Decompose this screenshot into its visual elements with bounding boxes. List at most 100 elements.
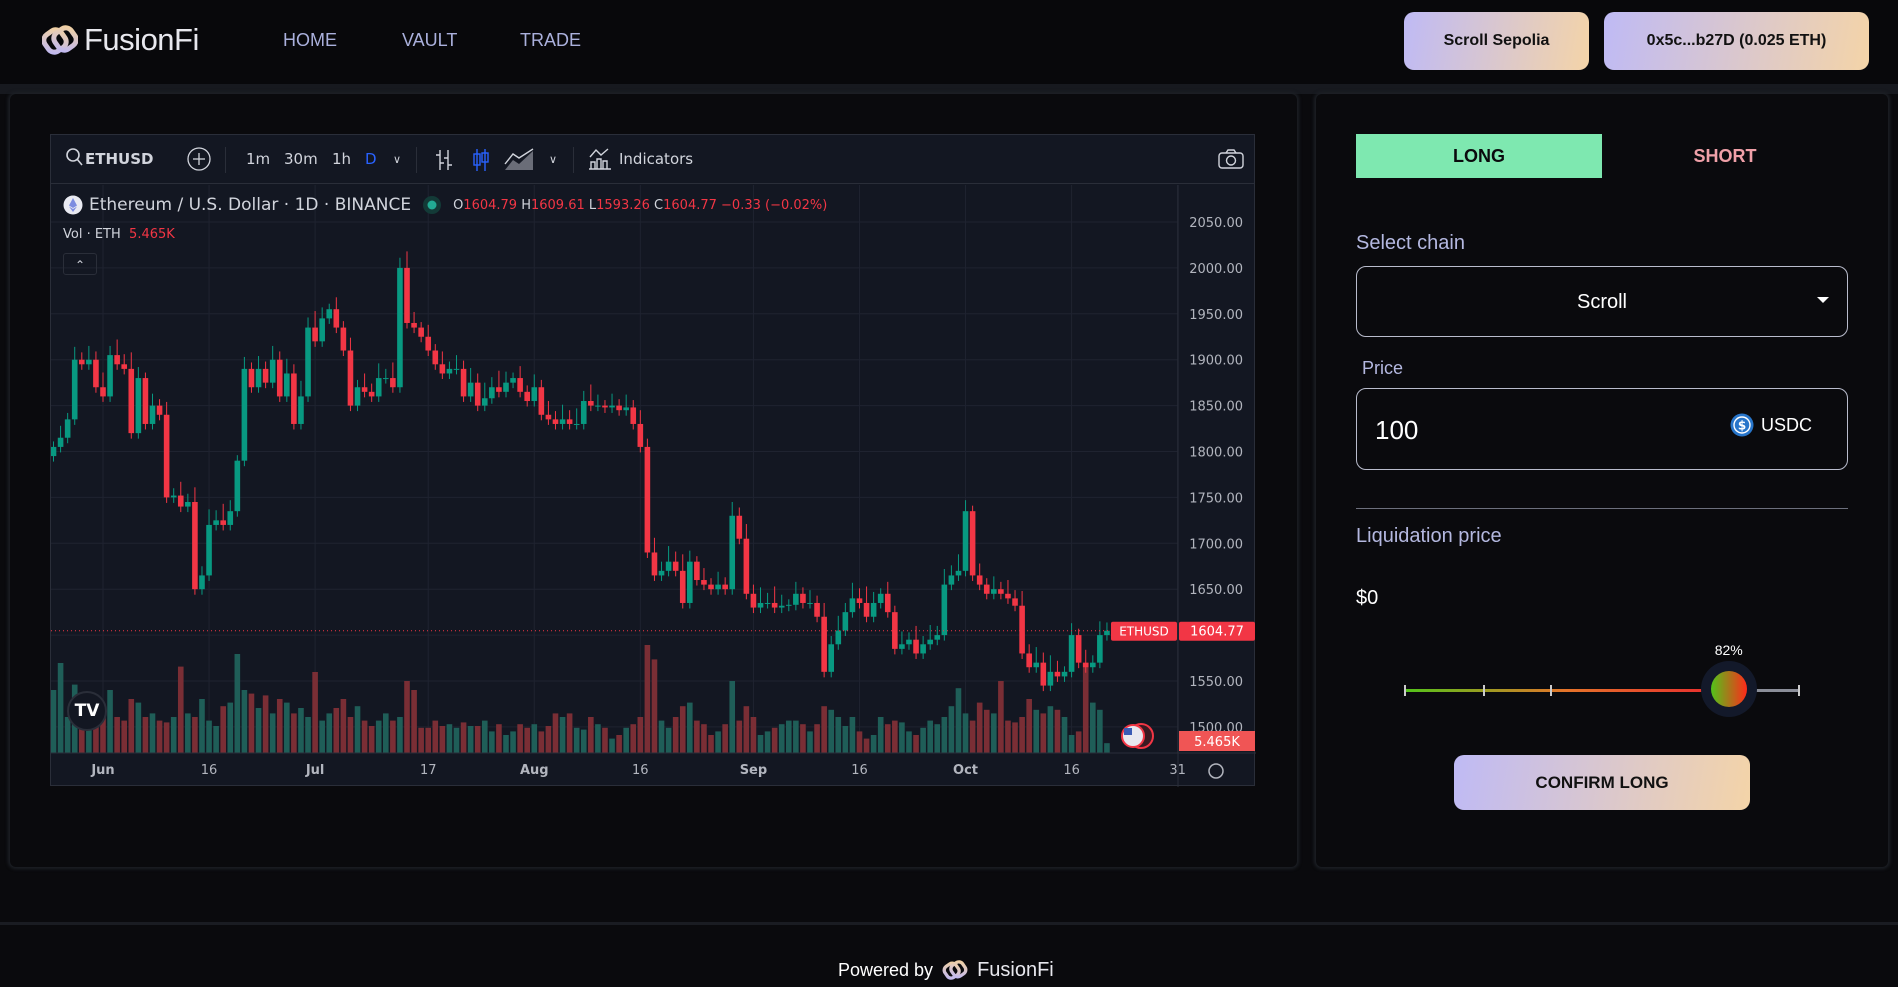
chain-select[interactable]: Scroll: [1356, 266, 1848, 337]
candle: [552, 419, 559, 424]
camera-snapshot-icon[interactable]: [1217, 148, 1245, 174]
candle: [383, 378, 389, 380]
candle: [602, 405, 608, 408]
symbol-search[interactable]: ETHUSD: [85, 150, 153, 168]
tradingview-logo[interactable]: TV: [67, 691, 107, 731]
chevron-down-icon[interactable]: ∨: [549, 153, 557, 166]
volume-bar: [170, 717, 177, 753]
candle: [453, 368, 460, 370]
candle: [715, 584, 721, 590]
chevron-down-icon[interactable]: ∨: [393, 153, 401, 166]
slider-value-label: 82%: [1714, 642, 1743, 658]
footer: Powered by FusionFi: [838, 958, 1054, 982]
candle: [983, 584, 990, 594]
volume-bar: [298, 708, 304, 753]
volume-bar: [404, 681, 410, 753]
slider-track-fill: [1404, 689, 1729, 692]
interval-30m[interactable]: 30m: [284, 150, 318, 168]
volume-bar: [531, 724, 538, 753]
volume-bar: [623, 727, 629, 753]
volume-bar: [1047, 706, 1054, 753]
ethereum-icon: [63, 195, 83, 215]
nav-home[interactable]: HOME: [283, 30, 337, 51]
volume-bar: [390, 720, 396, 753]
price-input[interactable]: 100 $ USDC: [1356, 388, 1848, 470]
volume-bar: [1040, 713, 1047, 753]
volume-bar: [679, 706, 686, 753]
wallet-button[interactable]: 0x5c...b27D (0.025 ETH): [1604, 12, 1869, 70]
candle: [814, 602, 820, 617]
volume-bar: [701, 724, 707, 753]
chart-settings-icon: [1208, 763, 1224, 779]
candle: [1054, 671, 1061, 677]
interval-1m[interactable]: 1m: [246, 150, 270, 168]
candle: [687, 561, 693, 603]
volume-bar: [135, 702, 142, 753]
volume-bar: [665, 727, 672, 753]
volume-bar: [785, 720, 792, 753]
y-tick-label: 1700.00: [1189, 537, 1243, 552]
tab-short[interactable]: SHORT: [1602, 134, 1848, 178]
volume-bar: [920, 727, 926, 753]
x-tick-label: 17: [420, 763, 437, 778]
candle: [969, 511, 976, 576]
area-chart-type-icon[interactable]: [503, 148, 535, 176]
volume-bar: [743, 706, 750, 753]
candle: [694, 561, 700, 581]
candle: [566, 419, 573, 424]
volume-bar: [630, 724, 637, 753]
search-icon[interactable]: [65, 147, 83, 171]
compare-add-icon[interactable]: [186, 146, 212, 176]
candle: [651, 552, 658, 576]
candle: [128, 368, 135, 434]
slider-thumb[interactable]: [1700, 661, 1757, 717]
volume-bar: [602, 727, 608, 753]
indicators-icon[interactable]: [588, 147, 612, 175]
interval-d[interactable]: D: [365, 150, 377, 168]
bar-chart-type-icon[interactable]: [434, 148, 454, 176]
interval-1h[interactable]: 1h: [332, 150, 351, 168]
candle: [927, 639, 933, 645]
candle: [962, 511, 969, 571]
nav-trade[interactable]: TRADE: [520, 30, 581, 51]
candle: [771, 602, 778, 608]
candle: [305, 327, 311, 397]
volume-bar: [481, 720, 488, 753]
volume-bar: [1082, 663, 1089, 753]
candle: [1005, 593, 1011, 599]
volume-bar: [884, 724, 891, 753]
volume-bar: [906, 731, 912, 753]
candle: [333, 309, 340, 328]
candle: [644, 446, 651, 553]
ohlc-values: O1604.79 H1609.61 L1593.26 C1604.77 −0.3…: [453, 197, 828, 213]
market-status-icon[interactable]: [417, 195, 447, 215]
chart-toolbar: ETHUSD 1m 30m 1h D ∨ ∨ Indicators: [51, 135, 1254, 184]
volume-bar: [1075, 731, 1082, 753]
x-tick-label: Jul: [305, 763, 325, 778]
slider-tick: [1550, 685, 1552, 696]
candle-chart-type-icon[interactable]: [471, 148, 491, 176]
nav-vault[interactable]: VAULT: [402, 30, 457, 51]
tab-long[interactable]: LONG: [1356, 134, 1602, 178]
volume-bar: [651, 659, 658, 753]
candle: [1090, 662, 1096, 668]
candle: [503, 382, 509, 392]
volume-bar: [241, 690, 248, 753]
candle: [892, 612, 898, 649]
candle: [425, 336, 432, 351]
candle: [524, 391, 530, 402]
candle: [227, 511, 234, 525]
volume-bar: [425, 727, 432, 753]
confirm-long-button[interactable]: CONFIRM LONG: [1454, 755, 1750, 810]
brand-logo[interactable]: FusionFi: [42, 22, 199, 58]
volume-bar: [163, 722, 170, 753]
volume-bar: [715, 731, 721, 753]
network-button[interactable]: Scroll Sepolia: [1404, 12, 1589, 70]
indicators-button[interactable]: Indicators: [619, 150, 693, 168]
candle: [821, 616, 827, 672]
chain-select-value: Scroll: [1576, 291, 1627, 313]
y-tick-label: 1550.00: [1189, 675, 1243, 690]
collapse-legend-button[interactable]: ⌃: [63, 253, 97, 275]
price-chart[interactable]: 2050.00 2000.00 1950.00 1900.00 1850.00 1800.…: [51, 185, 1256, 787]
leverage-slider[interactable]: 82%: [1404, 640, 1800, 717]
